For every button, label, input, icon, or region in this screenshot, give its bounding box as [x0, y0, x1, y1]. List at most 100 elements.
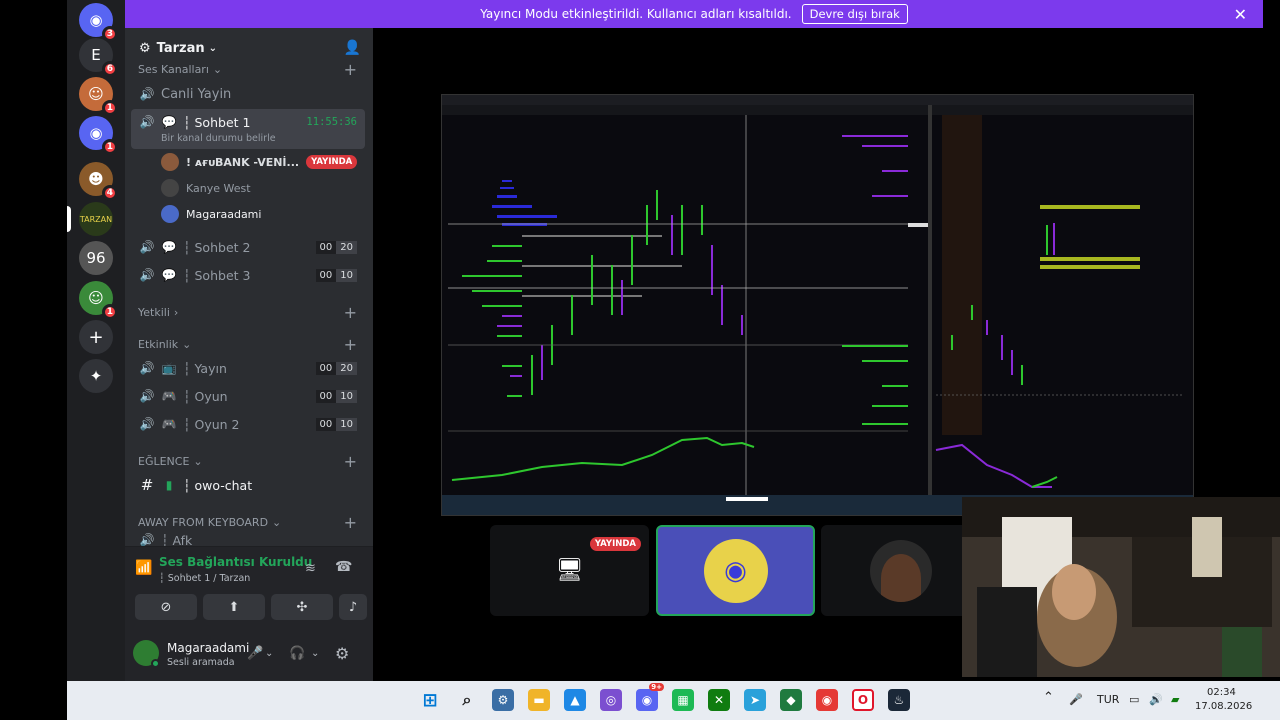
- chrome-icon[interactable]: ◉: [816, 689, 838, 711]
- settings-gear-icon[interactable]: ⚙: [335, 644, 349, 663]
- chevron-up-icon[interactable]: ⌃: [1043, 690, 1054, 705]
- network-icon[interactable]: ▭: [1129, 693, 1139, 706]
- speaker-icon: 🔊: [139, 268, 155, 282]
- chevron-down-icon: ⌄: [182, 338, 192, 351]
- noise-suppression-icon[interactable]: ≋: [305, 561, 316, 576]
- add-channel-icon[interactable]: +: [344, 513, 357, 532]
- explore-icon[interactable]: ✦: [79, 359, 113, 393]
- discord-icon[interactable]: ◉ 9+: [636, 683, 664, 711]
- channel-sohbet-1[interactable]: 🔊 💬 ┆ Sohbet 1 11:55:36 Bir kanal durumu…: [131, 109, 365, 149]
- category-eglence[interactable]: EĞLENCE ⌄: [138, 455, 203, 468]
- disable-streamer-mode-button[interactable]: Devre dışı bırak: [801, 4, 908, 24]
- camera-off-button[interactable]: ⊘: [135, 594, 197, 620]
- app-green-icon[interactable]: ▦: [672, 689, 694, 711]
- add-channel-icon[interactable]: +: [344, 452, 357, 471]
- trading-chart-image: [442, 95, 1193, 515]
- soundboard-button[interactable]: ♪: [339, 594, 367, 620]
- category-voice[interactable]: Ses Kanalları ⌄: [138, 63, 222, 76]
- category-afk[interactable]: AWAY FROM KEYBOARD ⌄: [138, 516, 281, 529]
- telegram-icon[interactable]: ➤: [744, 689, 766, 711]
- user-limit: 00 20: [315, 240, 357, 254]
- channel-owo-chat[interactable]: # ▮ ┆ owo-chat: [131, 472, 365, 498]
- server-header[interactable]: ⚙ Tarzan ⌄ 👤: [125, 28, 373, 68]
- user-count: 00: [315, 240, 337, 254]
- speaker-active-icon: 🔊: [139, 115, 155, 129]
- add-channel-icon[interactable]: +: [344, 60, 357, 79]
- server-icon-tarzan[interactable]: TARZAN: [67, 202, 113, 236]
- channel-oyun[interactable]: 🔊 🎮 ┆ Oyun 00 10: [131, 383, 365, 409]
- voice-status-channel[interactable]: ┆ Sohbet 1 / Tarzan: [159, 573, 250, 584]
- volume-icon[interactable]: 🔊: [1149, 693, 1163, 706]
- participant-tile-speaking[interactable]: ◉: [656, 525, 815, 616]
- settings-icon[interactable]: ⚙: [492, 689, 514, 711]
- chevron-down-icon[interactable]: ⌄: [265, 648, 273, 659]
- server-icon-4[interactable]: ☺ 1: [79, 281, 118, 320]
- channel-label: ┆ Sohbet 3: [183, 267, 251, 283]
- server-icon-1[interactable]: ☺ 1: [79, 77, 118, 116]
- voice-member[interactable]: Kanye West: [161, 179, 251, 197]
- speaker-icon: 🔊: [139, 533, 155, 547]
- activities-button[interactable]: ✣: [271, 594, 333, 620]
- app-icon[interactable]: ◎: [600, 689, 622, 711]
- category-label: Ses Kanalları: [138, 63, 209, 76]
- steam-icon[interactable]: ♨: [888, 689, 910, 711]
- language-indicator[interactable]: TUR: [1097, 693, 1119, 706]
- user-max: 10: [336, 417, 357, 431]
- channel-label: ┆ Sohbet 2: [183, 239, 251, 255]
- channel-sohbet-3[interactable]: 🔊 💬 ┆ Sohbet 3 00 10: [131, 262, 365, 288]
- windows-start-icon[interactable]: ⊞: [419, 689, 441, 711]
- channel-status[interactable]: Bir kanal durumu belirle: [161, 133, 276, 144]
- headphones-icon[interactable]: 🎧: [289, 646, 305, 661]
- chevron-down-icon[interactable]: ⌄: [311, 648, 319, 659]
- microphone-icon[interactable]: 🎤: [247, 646, 263, 661]
- battery-icon[interactable]: ▰: [1171, 693, 1179, 706]
- voice-member[interactable]: ! ᴀғᴜBANK -VENİ... YAYINDA: [161, 153, 358, 171]
- server-icon-e[interactable]: E6: [79, 38, 118, 77]
- server-name: Tarzan: [156, 40, 205, 56]
- close-icon[interactable]: ✕: [1234, 5, 1247, 24]
- opera-icon[interactable]: O: [852, 689, 874, 711]
- chat-bubble-icon: 💬: [161, 268, 177, 282]
- add-channel-icon[interactable]: +: [344, 303, 357, 322]
- signal-icon[interactable]: 📶: [135, 560, 152, 576]
- server-icon-96[interactable]: 96: [79, 241, 113, 275]
- channel-oyun-2[interactable]: 🔊 🎮 ┆ Oyun 2 00 10: [131, 411, 365, 437]
- clock-time[interactable]: 02:34: [1207, 687, 1236, 698]
- channel-sohbet-2[interactable]: 🔊 💬 ┆ Sohbet 2 00 20: [131, 234, 365, 260]
- server-icon-2[interactable]: ◉ 1: [79, 116, 118, 155]
- photos-icon[interactable]: ▲: [564, 689, 586, 711]
- user-panel: Magaraadami Sesli aramada 🎤 ⌄ 🎧 ⌄ ⚙: [125, 631, 373, 681]
- webcam-image: [962, 497, 1280, 677]
- microphone-icon[interactable]: 🎤: [1069, 693, 1083, 706]
- screen-share-stream[interactable]: [441, 94, 1194, 516]
- category-etkinlik[interactable]: Etkinlik ⌄: [138, 338, 191, 351]
- file-explorer-icon[interactable]: ▬: [528, 689, 550, 711]
- disconnect-icon[interactable]: ☎: [335, 559, 352, 575]
- add-channel-icon[interactable]: +: [344, 335, 357, 354]
- channel-label: Canli Yayin: [161, 86, 232, 102]
- category-label: Yetkili: [138, 306, 170, 319]
- speaker-icon: 🔊: [139, 417, 155, 431]
- add-server-icon[interactable]: +: [79, 320, 113, 354]
- participant-tile-user[interactable]: [821, 525, 980, 616]
- participant-tile-stream[interactable]: YAYINDA 🖥: [490, 525, 649, 616]
- channel-canli-yayin[interactable]: 🔊 Canli Yayin: [131, 81, 365, 107]
- screen-share-button[interactable]: ⬆: [203, 594, 265, 620]
- monitor-icon: 🖥: [555, 558, 584, 583]
- add-member-icon[interactable]: 👤: [344, 40, 361, 56]
- app-icon-2[interactable]: ◆: [780, 689, 802, 711]
- discord-home-icon[interactable]: ◉ 3: [79, 3, 118, 42]
- voice-connection-panel: 📶 Ses Bağlantısı Kuruldu ┆ Sohbet 1 / Ta…: [125, 546, 373, 631]
- category-yetkili[interactable]: Yetkili ›: [138, 306, 178, 319]
- server-icon-3[interactable]: ☻ 4: [79, 162, 118, 201]
- username[interactable]: Magaraadami: [167, 641, 249, 655]
- channel-yayin[interactable]: 🔊 📺 ┆ Yayın 00 20: [131, 355, 365, 381]
- clock-date[interactable]: 17.08.2026: [1195, 701, 1252, 712]
- voice-member[interactable]: Magaraadami: [161, 205, 261, 223]
- channel-afk[interactable]: 🔊 ┆ Afk: [131, 533, 365, 547]
- avatar: [161, 205, 179, 223]
- avatar: [161, 179, 179, 197]
- xbox-icon[interactable]: ✕: [708, 689, 730, 711]
- windows-taskbar: ⊞ ⌕ ⚙ ▬ ▲ ◎ ◉ 9+ ▦ ✕ ➤ ◆ ◉ O ♨ ⌃ 🎤 TUR ▭ …: [67, 681, 1280, 720]
- search-icon[interactable]: ⌕: [456, 689, 478, 711]
